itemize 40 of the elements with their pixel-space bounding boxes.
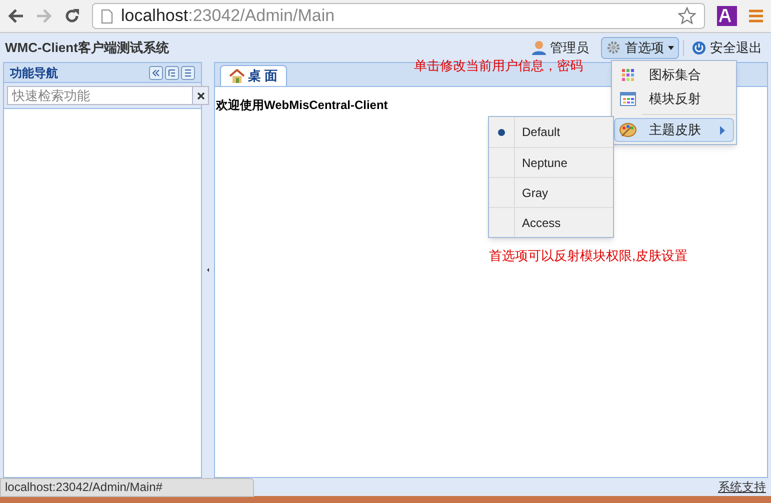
- clear-icon[interactable]: [193, 86, 209, 105]
- address-bar[interactable]: localhost:23042/Admin/Main: [92, 3, 705, 29]
- app-title: WMC-Client客户端测试系统: [5, 38, 169, 57]
- logout-button[interactable]: 安全退出: [688, 38, 766, 58]
- palette-icon: [619, 122, 637, 138]
- expand-all-icon[interactable]: [165, 66, 179, 80]
- table-icon: [620, 92, 636, 106]
- menu-icon[interactable]: [749, 9, 763, 23]
- welcome-text: 欢迎使用WebMisCentral-Client: [216, 98, 388, 112]
- extension-icon[interactable]: [717, 6, 737, 26]
- url-text: localhost:23042/Admin/Main: [121, 5, 335, 28]
- menu-item[interactable]: Default: [489, 117, 613, 147]
- grid-icon: [621, 68, 635, 82]
- annotation-text: 首选项可以反射模块权限,皮肤设置: [489, 247, 688, 265]
- back-icon[interactable]: [8, 9, 24, 23]
- list-icon[interactable]: [181, 66, 195, 80]
- user-button[interactable]: 管理员: [528, 38, 593, 58]
- star-icon[interactable]: [678, 7, 696, 25]
- sidebar-title: 功能导航: [10, 64, 59, 82]
- menu-item[interactable]: 模块反射: [614, 87, 734, 111]
- status-url: localhost:23042/Admin/Main#: [0, 478, 254, 497]
- user-icon: [532, 40, 546, 55]
- page-icon: [101, 8, 113, 24]
- menu-item[interactable]: Access: [489, 207, 613, 237]
- collapse-icon[interactable]: [149, 66, 163, 80]
- tab[interactable]: 桌 面: [220, 65, 287, 86]
- splitter-arrow-icon[interactable]: [207, 267, 209, 273]
- annotation-text: 单击修改当前用户信息，密码: [414, 57, 583, 75]
- search-field[interactable]: 快速检索功能: [7, 86, 193, 105]
- menu-item[interactable]: Neptune: [489, 147, 613, 177]
- support-link[interactable]: 系统支持: [718, 478, 766, 496]
- gear-icon: [606, 40, 621, 55]
- menu-item[interactable]: 图标集合: [614, 63, 734, 87]
- power-icon: [692, 40, 706, 54]
- reload-icon[interactable]: [64, 8, 80, 24]
- menu-item[interactable]: Gray: [489, 177, 613, 207]
- house-icon: [229, 69, 245, 83]
- caret-icon: [668, 46, 674, 50]
- preferences-button[interactable]: 首选项: [601, 36, 679, 58]
- menu-item[interactable]: 主题皮肤: [614, 118, 734, 142]
